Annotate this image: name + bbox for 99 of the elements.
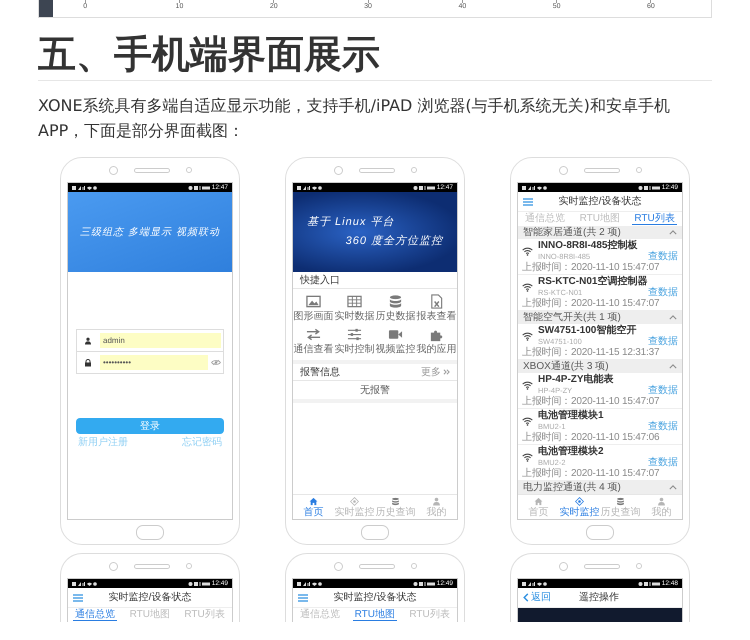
device-name: 电池管理模块2 (538, 446, 605, 457)
nav-tab[interactable]: 首页 (293, 495, 334, 519)
status-icons-drawing (412, 184, 435, 190)
status-icons-drawing (638, 580, 660, 586)
view-data-link[interactable]: 查数据 (648, 457, 678, 468)
tab[interactable]: RTU地图 (352, 609, 397, 621)
nav-tab[interactable]: 实时监控 (559, 495, 600, 519)
back-button[interactable]: 返回 (523, 592, 551, 603)
tab[interactable]: RTU列表 (632, 213, 677, 225)
wifi-icon (522, 380, 533, 390)
group-header[interactable]: 电力监控通道(共 4 项) (518, 481, 682, 494)
view-data-link[interactable]: 查数据 (648, 251, 678, 262)
shortcut-button[interactable]: 实时控制 (334, 327, 375, 355)
status-icons-drawing (522, 580, 547, 586)
image-icon (306, 294, 321, 309)
group-header[interactable]: 智能家居通道(共 2 项) (518, 226, 682, 239)
shortcut-button[interactable]: 我的应用 (416, 327, 457, 355)
shortcut-button[interactable]: 报表查看 (416, 294, 457, 322)
more-link[interactable]: 更多 (421, 366, 450, 378)
banner-slogan: 360 度全方位监控 (346, 235, 443, 248)
device-name: INNO-8R8I-485控制板 (538, 240, 638, 251)
group-header[interactable]: XBOX通道(共 3 项) (518, 360, 682, 373)
report-time: 上报时间：2020-11-15 12:31:37 (522, 347, 660, 358)
lock-icon (84, 358, 92, 367)
group-header[interactable]: 智能空气开关(共 1 项) (518, 311, 682, 324)
section-heading: 五、手机端界面展示 (38, 18, 712, 81)
crosshair-icon (575, 496, 584, 506)
home-icon (309, 496, 318, 506)
table-icon (347, 294, 362, 309)
login-button[interactable]: 登录 (76, 418, 224, 434)
screen-title: 实时监控/设备状态 (108, 592, 192, 603)
view-data-link[interactable]: 查数据 (648, 336, 678, 347)
view-data-link[interactable]: 查数据 (648, 385, 678, 396)
person-icon (432, 496, 441, 506)
nav-tab[interactable]: 我的 (416, 495, 457, 519)
shortcut-button[interactable]: 历史数据 (375, 294, 416, 322)
screen-title: 遥控操作 (578, 592, 620, 603)
wifi-icon (522, 282, 533, 292)
menu-icon[interactable] (73, 594, 83, 602)
shortcut-button[interactable]: 视频监控 (375, 327, 416, 355)
spreadsheet-icon (429, 294, 444, 309)
empty-message: 无报警 (360, 384, 390, 396)
screen-title: 实时监控/设备状态 (332, 592, 418, 603)
database-icon (388, 294, 403, 309)
status-icons-drawing (412, 580, 435, 586)
section-title: 快捷入口 (300, 274, 340, 286)
status-icons-drawing (297, 184, 322, 190)
screen-title: 实时监控/设备状态 (558, 196, 642, 207)
double-chevron-icon (443, 369, 450, 375)
shortcut-button[interactable]: 图形画面 (293, 294, 334, 322)
home-button[interactable] (361, 524, 389, 540)
crosshair-icon (350, 496, 359, 506)
password-field[interactable]: •••••••••• (100, 355, 208, 370)
wifi-icon (522, 452, 533, 462)
person-icon (84, 336, 92, 345)
eye-icon[interactable] (211, 359, 221, 366)
banner-slogan: 基于 Linux 平台 (307, 216, 394, 229)
status-icons-drawing (72, 184, 97, 190)
section-title: 报警信息 (300, 366, 340, 378)
menu-icon[interactable] (523, 198, 533, 206)
device-name: HP-4P-ZY电能表 (538, 374, 615, 385)
wifi-icon (522, 332, 533, 340)
device-name: RS-KTC-N01空调控制器 (538, 276, 648, 287)
username-field[interactable]: admin (100, 333, 221, 348)
chart-bar (39, 0, 53, 17)
arrows-icon (306, 327, 321, 342)
report-time: 上报时间：2020-11-10 15:47:07 (522, 262, 660, 273)
view-data-link[interactable]: 查数据 (648, 421, 678, 432)
status-icons-drawing (72, 580, 97, 586)
status-icons-drawing (638, 184, 660, 190)
menu-icon[interactable] (298, 594, 308, 602)
home-button[interactable] (586, 524, 614, 540)
sliders-icon (347, 327, 362, 342)
shortcut-button[interactable]: 通信查看 (293, 327, 334, 355)
banner-slogan: 三级组态 多端显示 视频联动 (80, 226, 220, 238)
status-icons-drawing (188, 184, 210, 190)
tab[interactable]: 通信总览 (73, 609, 118, 621)
report-time: 上报时间：2020-11-10 15:47:06 (522, 432, 660, 443)
home-button[interactable] (136, 524, 164, 540)
report-time: 上报时间：2020-11-10 15:47:07 (522, 468, 660, 479)
status-icons-drawing (188, 580, 210, 586)
device-name: SW4751-100智能空开 (538, 325, 638, 336)
person-icon (657, 496, 666, 506)
nav-tab[interactable]: 实时监控 (334, 495, 375, 519)
status-icons-drawing (297, 580, 322, 586)
report-time: 上报时间：2020-11-10 15:47:07 (522, 298, 660, 309)
database-icon (391, 496, 400, 506)
database-icon (616, 496, 625, 506)
wifi-icon (522, 416, 533, 426)
chevron-left-icon (523, 593, 529, 602)
view-data-link[interactable]: 查数据 (648, 287, 678, 298)
status-icons-drawing (522, 184, 547, 190)
shortcut-button[interactable]: 实时数据 (334, 294, 375, 322)
nav-tab[interactable]: 我的 (641, 495, 682, 519)
device-name: 电池管理模块1 (538, 410, 605, 421)
home-icon (534, 496, 543, 506)
report-time: 上报时间：2020-11-10 15:47:07 (522, 396, 660, 407)
intro-paragraph: XONE系统具有多端自适应显示功能，支持手机/iPAD 浏览器(与手机系统无关)和安卓手机APP，下面是部分界面截图： (38, 95, 671, 142)
wifi-icon (522, 246, 533, 256)
